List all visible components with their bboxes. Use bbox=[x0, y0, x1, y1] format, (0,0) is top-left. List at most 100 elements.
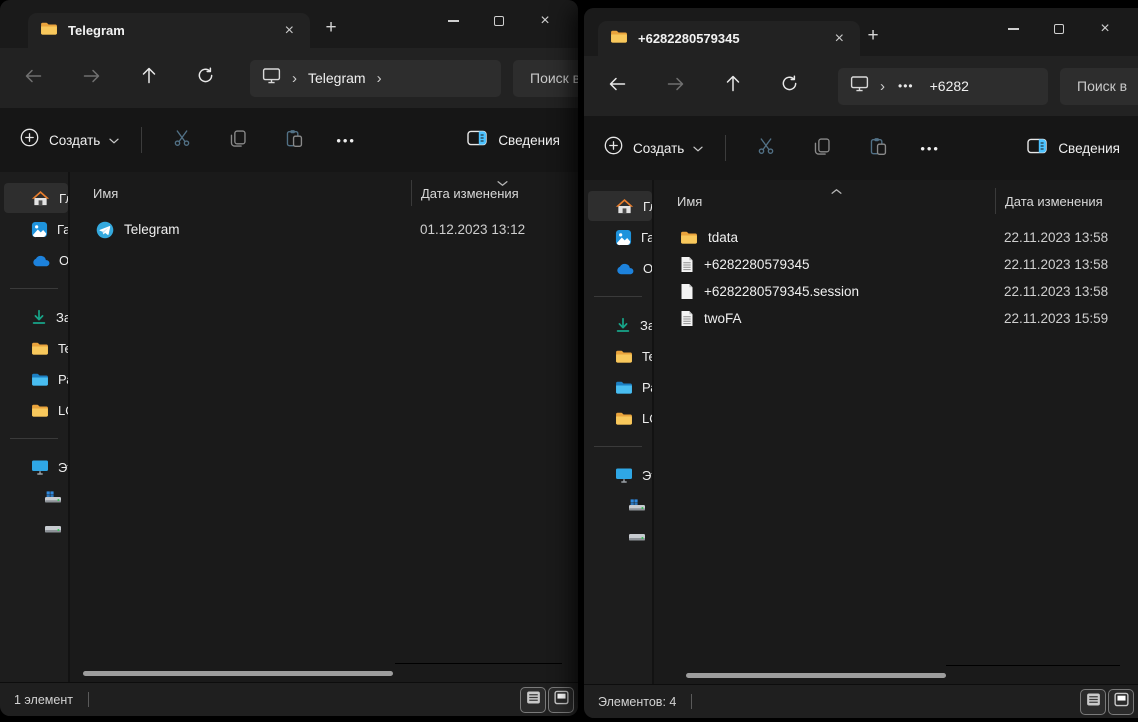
sidebar-item[interactable] bbox=[588, 522, 652, 552]
column-header-date[interactable]: Дата изменения bbox=[411, 180, 578, 206]
sidebar-item[interactable]: Эт bbox=[4, 452, 68, 482]
status-divider bbox=[88, 692, 89, 707]
sidebar-item[interactable]: Ра bbox=[4, 364, 68, 394]
scroll-track-line bbox=[946, 665, 1120, 666]
sidebar-item[interactable]: За bbox=[4, 302, 68, 332]
folder-icon bbox=[40, 21, 58, 41]
sidebar-item[interactable] bbox=[4, 514, 68, 544]
drive-icon bbox=[628, 531, 646, 544]
sidebar-item[interactable]: О bbox=[588, 253, 652, 283]
create-new-button[interactable]: Создать bbox=[604, 136, 703, 160]
breadcrumb-overflow-button[interactable]: ••• bbox=[898, 79, 914, 93]
navigation-pane: Гл Га О За Te Ра LO bbox=[584, 180, 654, 684]
scissors-icon bbox=[757, 137, 775, 160]
telegram-app-icon bbox=[96, 221, 114, 239]
sidebar-item[interactable]: Гл bbox=[4, 183, 68, 213]
sidebar-item[interactable] bbox=[588, 491, 652, 521]
refresh-button[interactable] bbox=[774, 71, 804, 101]
close-button[interactable]: × bbox=[522, 8, 568, 34]
refresh-button[interactable] bbox=[190, 63, 220, 93]
explorer-window-left: Telegram × + × › Telegram › Поиск в: Соз… bbox=[0, 0, 578, 716]
thumbnail-view-icon bbox=[1113, 691, 1130, 713]
back-button[interactable] bbox=[18, 63, 48, 93]
paste-button[interactable] bbox=[277, 123, 311, 157]
up-button[interactable] bbox=[134, 63, 164, 93]
search-input[interactable]: Поиск в bbox=[1060, 68, 1138, 105]
paste-button[interactable] bbox=[861, 131, 895, 165]
file-row[interactable]: twoFA 22.11.2023 15:59 bbox=[654, 305, 1138, 332]
breadcrumb-segment[interactable]: Telegram bbox=[308, 70, 366, 86]
sidebar-item[interactable]: Te bbox=[4, 333, 68, 363]
horizontal-scrollbar-thumb[interactable] bbox=[686, 673, 946, 678]
back-button[interactable] bbox=[602, 71, 632, 101]
sidebar-item[interactable]: Га bbox=[588, 222, 652, 252]
tab-phone-folder[interactable]: +6282280579345 × bbox=[598, 21, 860, 56]
details-pane-button[interactable]: Сведения bbox=[467, 130, 560, 151]
copy-button[interactable] bbox=[805, 131, 839, 165]
sidebar-item[interactable]: За bbox=[588, 310, 652, 340]
cut-button[interactable] bbox=[749, 131, 783, 165]
minimize-button[interactable] bbox=[990, 16, 1036, 42]
downloads-icon bbox=[615, 317, 631, 333]
cut-button[interactable] bbox=[165, 123, 199, 157]
more-options-button[interactable]: ••• bbox=[336, 133, 356, 148]
copy-button[interactable] bbox=[221, 123, 255, 157]
minimize-icon bbox=[448, 20, 459, 21]
minimize-button[interactable] bbox=[430, 8, 476, 34]
chevron-down-icon bbox=[693, 139, 703, 157]
address-bar[interactable]: › Telegram › bbox=[250, 60, 501, 97]
sidebar-item[interactable]: Гл bbox=[588, 191, 652, 221]
file-row[interactable]: Telegram 01.12.2023 13:12 bbox=[70, 216, 578, 243]
close-button[interactable]: × bbox=[1082, 16, 1128, 42]
maximize-button[interactable] bbox=[476, 8, 522, 34]
copy-icon bbox=[813, 137, 831, 160]
sidebar-item[interactable] bbox=[4, 483, 68, 513]
search-input[interactable]: Поиск в: bbox=[513, 60, 578, 97]
breadcrumb-segment[interactable]: +6282 bbox=[930, 78, 969, 94]
address-bar[interactable]: › ••• +6282 bbox=[838, 68, 1048, 105]
column-header-name[interactable]: Имя bbox=[70, 186, 411, 201]
horizontal-scrollbar-thumb[interactable] bbox=[83, 671, 393, 676]
file-list: tdata 22.11.2023 13:58 +6282280579345 22… bbox=[654, 219, 1138, 684]
file-row[interactable]: +6282280579345.session 22.11.2023 13:58 bbox=[654, 278, 1138, 305]
sidebar-item[interactable]: LO bbox=[4, 395, 68, 425]
column-header-date[interactable]: Дата изменения bbox=[995, 188, 1138, 214]
details-view-button[interactable] bbox=[1080, 689, 1106, 715]
tab-close-icon[interactable]: × bbox=[279, 22, 300, 40]
sidebar-item[interactable]: Te bbox=[588, 341, 652, 371]
window-controls: × bbox=[430, 8, 568, 34]
more-options-button[interactable]: ••• bbox=[920, 141, 940, 156]
thumbnail-view-button[interactable] bbox=[1108, 689, 1134, 715]
tab-close-icon[interactable]: × bbox=[829, 30, 850, 48]
new-tab-button[interactable]: + bbox=[318, 18, 344, 37]
windows-drive-icon bbox=[44, 491, 62, 506]
file-row[interactable]: tdata 22.11.2023 13:58 bbox=[654, 224, 1138, 251]
details-label: Сведения bbox=[1058, 141, 1120, 156]
breadcrumb-separator: › bbox=[292, 70, 297, 87]
file-row[interactable]: +6282280579345 22.11.2023 13:58 bbox=[654, 251, 1138, 278]
up-icon bbox=[141, 66, 157, 90]
navigation-bar: › Telegram › Поиск в: bbox=[0, 48, 578, 108]
blue-folder-icon bbox=[615, 380, 633, 395]
tab-title: Telegram bbox=[68, 23, 279, 38]
maximize-button[interactable] bbox=[1036, 16, 1082, 42]
create-new-button[interactable]: Создать bbox=[20, 128, 119, 152]
sidebar-item[interactable]: О bbox=[4, 245, 68, 275]
forward-button[interactable] bbox=[76, 63, 106, 93]
sidebar-item[interactable]: LO bbox=[588, 403, 652, 433]
sort-ascending-icon bbox=[831, 182, 842, 200]
tab-telegram[interactable]: Telegram × bbox=[28, 13, 310, 48]
column-headers: Имя Дата изменения bbox=[654, 183, 1138, 219]
up-button[interactable] bbox=[718, 71, 748, 101]
sidebar-item[interactable]: Ра bbox=[588, 372, 652, 402]
details-pane-button[interactable]: Сведения bbox=[1027, 138, 1120, 159]
sidebar-divider bbox=[10, 288, 58, 289]
sidebar-item[interactable]: Эт bbox=[588, 460, 652, 490]
sidebar-item[interactable]: Га bbox=[4, 214, 68, 244]
new-tab-button[interactable]: + bbox=[860, 26, 886, 45]
details-view-button[interactable] bbox=[520, 687, 546, 713]
column-header-name[interactable]: Имя bbox=[654, 194, 995, 209]
details-label: Сведения bbox=[498, 133, 560, 148]
forward-button[interactable] bbox=[660, 71, 690, 101]
thumbnail-view-button[interactable] bbox=[548, 687, 574, 713]
